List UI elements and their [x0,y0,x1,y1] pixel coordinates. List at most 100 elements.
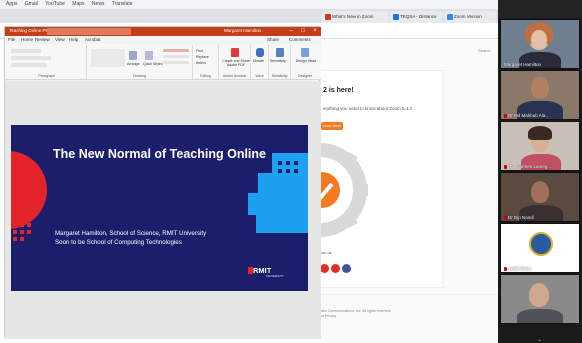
indent-controls[interactable] [11,63,47,67]
slide-author: Margaret Hamilton, School of Science, RM… [55,230,207,237]
slide[interactable]: The New Normal of Teaching Online Margar… [11,125,308,291]
shapes-gallery[interactable] [91,49,125,67]
webpage-subtitle: erything you need to know about Zoom 5.4… [323,106,413,111]
social-links [320,260,353,278]
youtube-icon[interactable] [320,264,329,273]
close-icon[interactable]: × [309,27,321,36]
share-button[interactable]: Share [267,37,279,42]
facebook-icon[interactable] [342,264,351,273]
slide-title: The New Normal of Teaching Online [53,147,266,161]
tab-favicon-icon [447,14,453,20]
chevron-down-icon[interactable]: ⌄ [537,336,542,343]
replace-button[interactable]: Replace [196,55,209,59]
ppt-ribbon: Paragraph Arrange Quick Styles Drawing F… [5,44,321,80]
video-tile[interactable]: Margaret Hamilton [500,19,580,69]
blue-block-shape [248,153,308,233]
ppt-title: Teaching Online PPT [9,28,52,33]
menu-view[interactable]: View [55,37,65,42]
browser-tab[interactable]: Zoom Version [444,11,496,23]
tab-favicon-icon [325,14,331,20]
bookmark-item[interactable]: Gmail [25,0,38,9]
comments-button[interactable]: Comments [289,37,311,42]
browser-tabstrip: What's New in Zoom TEQSA - Distance Zoom… [0,9,498,23]
participant-face [531,77,549,99]
muted-mic-icon [504,215,507,220]
shape-effects-button[interactable] [163,61,189,64]
participant-face [531,30,547,48]
design-ideas-icon[interactable] [301,48,309,57]
bookmarks-bar: Apps Gmail YouTube Maps News Translate [0,0,498,9]
join-us-text: oin us [321,250,332,255]
grid-pattern-shape [13,209,31,241]
learn-more-button[interactable]: Learn More [321,122,343,130]
menu-help[interactable]: Help [69,37,78,42]
webpage-footer: Video Communications, Inc. All rights re… [318,309,391,319]
video-tile[interactable]: AIUB Zoom [500,223,580,273]
video-tile[interactable]: Dr Dip Nandi [500,172,580,222]
create-pdf-button[interactable]: Create and Share Adobe PDF [221,59,251,67]
muted-mic-icon [504,113,507,118]
ribbon-group-sensitivity: Sensitivity Sensitivity [269,45,291,79]
participant-face [529,283,549,307]
select-button[interactable]: Select [196,61,206,65]
quick-styles-button[interactable]: Quick Styles [143,62,162,66]
tab-label: Zoom Version [454,14,482,19]
ppt-search-box[interactable] [47,28,131,35]
ribbon-group-label: Editing [200,74,211,78]
ppt-titlebar: Teaching Online PPT Margaret Hamilton – … [5,27,321,36]
ppt-user-name[interactable]: Margaret Hamilton [224,28,261,33]
shape-outline-button[interactable] [163,55,189,58]
alignment-controls[interactable] [11,56,51,60]
maximize-icon[interactable]: □ [297,27,309,36]
arrange-icon[interactable] [129,51,137,60]
sensitivity-button[interactable]: Sensitivity [270,59,286,63]
ribbon-group-editing: Find Replace Select Editing [193,45,219,79]
video-tile[interactable]: Dr Md Mahbub Ala... [500,70,580,120]
youtube-icon[interactable] [331,264,340,273]
participant-face [531,181,549,203]
bookmark-item[interactable]: Maps [72,0,84,9]
ribbon-group-label: Sensitivity [271,74,288,78]
browser-tab[interactable]: What's New in Zoom [322,11,388,23]
bookmark-item[interactable]: News [92,0,105,9]
ribbon-group-label: Voice [255,74,264,78]
footer-privacy-link[interactable]: and Privacy [318,314,391,319]
ribbon-group-label: Drawing [133,74,146,78]
find-button[interactable]: Find [196,49,203,53]
menu-review[interactable]: Review [35,37,50,42]
dictate-button[interactable]: Dictate [253,59,264,63]
tab-favicon-icon [393,14,399,20]
sensitivity-icon[interactable] [276,48,284,57]
design-ideas-button[interactable]: Design Ideas [294,59,318,63]
participant-name: Dr Dip Nandi [504,215,534,220]
webpage-search-link[interactable]: Search [478,48,491,53]
participant-hair [528,126,552,140]
ribbon-group-label: Paragraph [38,74,55,78]
arrange-button[interactable]: Arrange [127,62,139,66]
menu-file[interactable]: File [8,37,15,42]
ribbon-group-adobe: Create and Share Adobe PDF Adobe Acrobat [219,45,251,79]
pdf-icon[interactable] [231,48,239,57]
browser-tab[interactable]: TEQSA - Distance [390,11,442,23]
ribbon-group-voice: Dictate Voice [251,45,269,79]
participant-name: Dr Md Mahbub Ala... [504,113,549,118]
tab-label: What's New in Zoom [332,14,374,19]
menu-home[interactable]: Home [21,37,33,42]
menu-acrobat[interactable]: Acrobat [85,37,101,42]
paragraph-controls[interactable] [11,49,41,53]
tab-label: TEQSA - Distance [400,14,437,19]
participant-name: Margaret Hamilton [504,62,542,67]
shape-fill-button[interactable] [163,49,189,52]
bookmark-item[interactable]: Apps [6,0,17,9]
webpage-heading: 2 is here! [323,87,354,94]
video-tile[interactable]: UL_Carmen Lameg... [500,121,580,171]
quick-styles-icon[interactable] [145,51,153,60]
participant-name: AIUB Zoom [504,266,531,271]
bookmark-item[interactable]: YouTube [45,0,65,9]
zoom-panel-header [498,0,582,18]
participant-body [517,309,563,323]
minimize-icon[interactable]: – [285,27,297,36]
bookmark-item[interactable]: Translate [112,0,133,9]
video-tile[interactable] [500,274,580,324]
microphone-icon[interactable] [256,48,264,57]
